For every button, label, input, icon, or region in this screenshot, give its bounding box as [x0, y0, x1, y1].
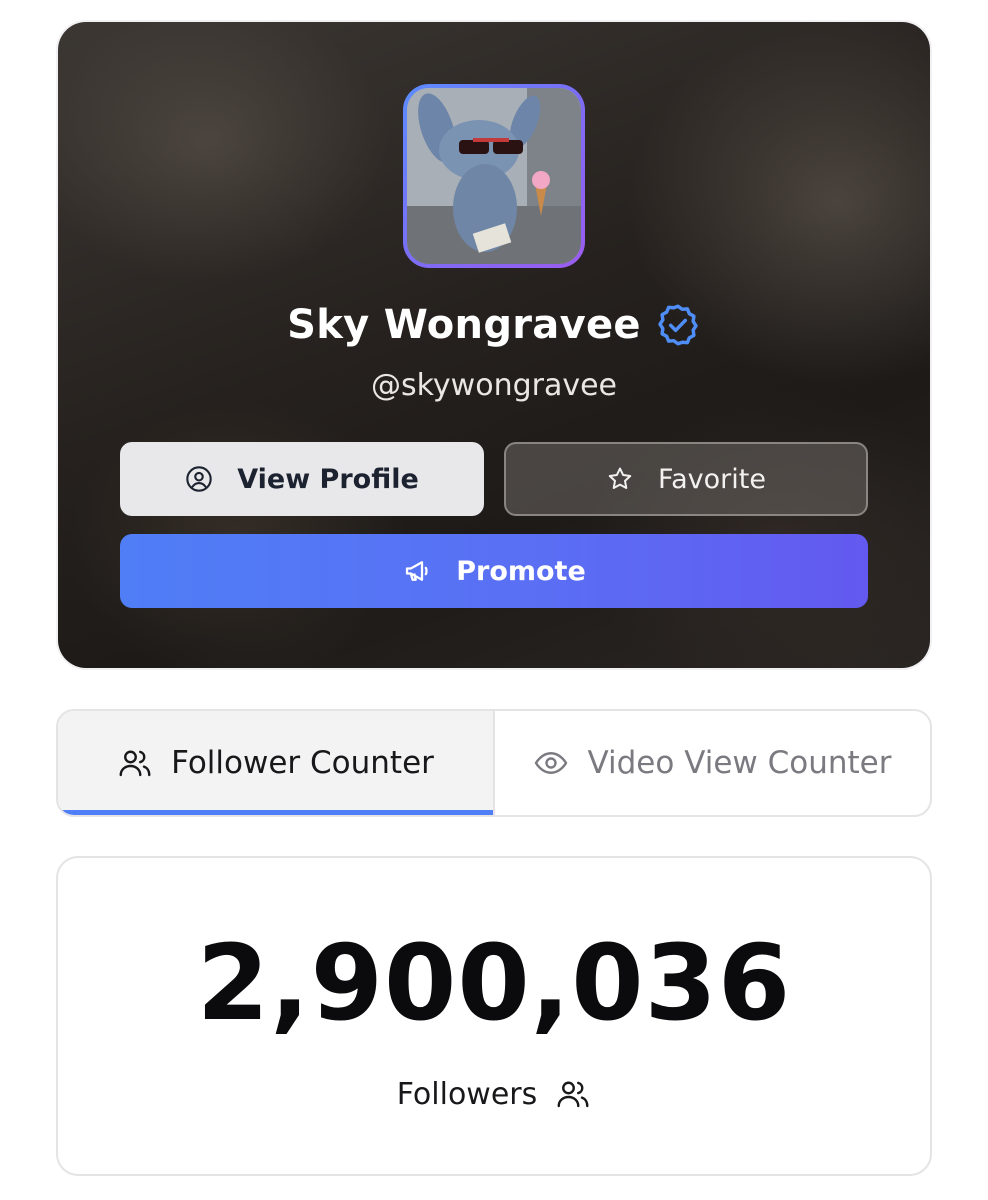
profile-handle: @skywongravee: [370, 368, 618, 403]
megaphone-icon: [406, 561, 428, 581]
counter-tabs: Follower Counter Video View Counter: [56, 709, 932, 817]
profile-name: Sky Wongravee: [287, 302, 641, 348]
followers-label-row: Followers: [58, 1076, 930, 1112]
avatar-image: [407, 88, 581, 264]
tab-follower-counter[interactable]: Follower Counter: [58, 711, 495, 815]
users-icon: [119, 750, 151, 777]
user-circle-icon: [186, 466, 212, 492]
star-icon: [608, 467, 632, 489]
followers-label: Followers: [396, 1076, 538, 1112]
view-profile-label: View Profile: [237, 463, 419, 495]
tab-follower-counter-label: Follower Counter: [171, 745, 434, 781]
avatar[interactable]: [403, 84, 585, 268]
users-icon: [557, 1081, 589, 1108]
promote-button[interactable]: Promote: [120, 534, 868, 608]
counter-card: 2,900,036 Followers: [56, 856, 932, 1176]
favorite-label: Favorite: [658, 463, 766, 495]
follower-count: 2,900,036: [196, 922, 792, 1044]
profile-card: Sky Wongravee @skywongravee View Profile…: [58, 22, 930, 668]
profile-name-row: Sky Wongravee: [58, 302, 930, 348]
eye-icon: [535, 752, 568, 774]
tab-video-view-counter-label: Video View Counter: [587, 745, 892, 781]
view-profile-button[interactable]: View Profile: [120, 442, 484, 516]
tab-video-view-counter[interactable]: Video View Counter: [495, 711, 930, 815]
verified-badge-icon: [658, 304, 698, 346]
promote-label: Promote: [456, 555, 586, 587]
favorite-button[interactable]: Favorite: [504, 442, 868, 516]
